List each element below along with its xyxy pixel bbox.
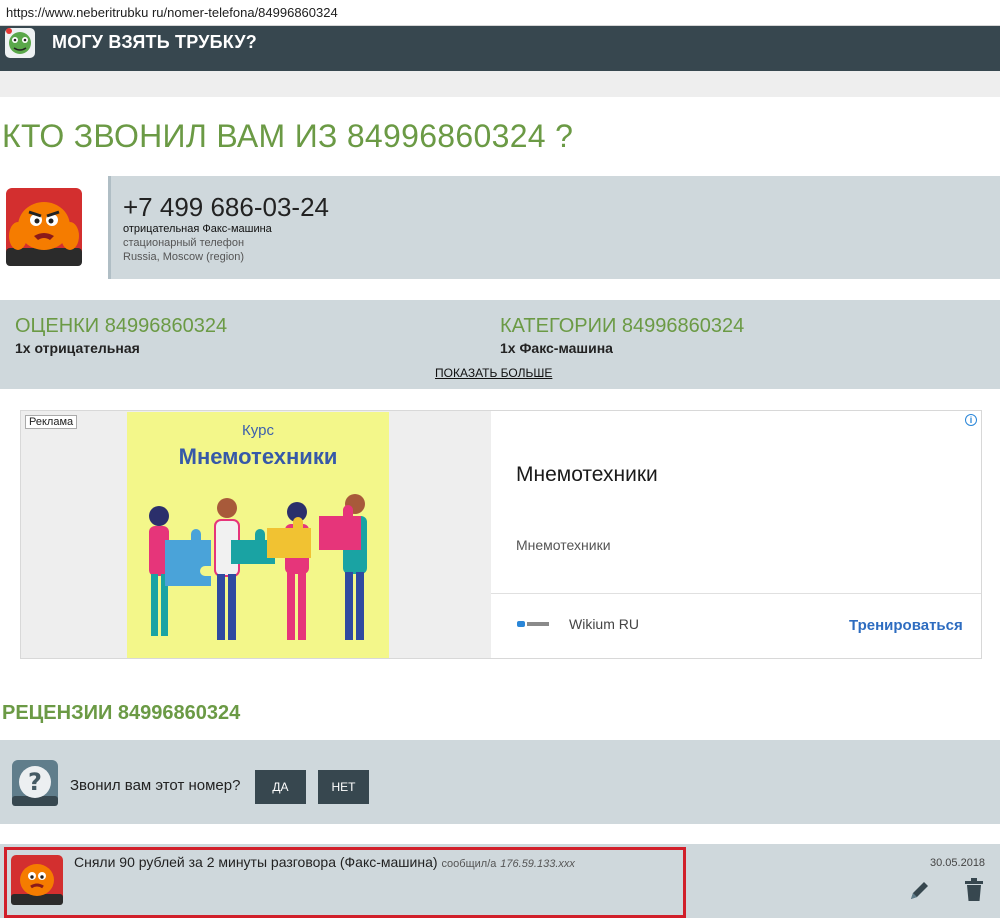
review-author-label: сообщил/а [441,858,497,870]
stats-panel: ОЦЕНКИ 84996860324 1x отрицательная КАТЕ… [0,300,1000,389]
ask-question: Звонил вам этот номер? [70,777,241,794]
site-title[interactable]: МОГУ ВЗЯТЬ ТРУБКУ? [52,32,257,53]
ad-info-icon[interactable]: i [965,414,977,426]
show-more-link[interactable]: ПОКАЗАТЬ БОЛЬШЕ [435,366,552,380]
number-info-panel: +7 499 686-03-24 отрицательная Факс-маши… [108,176,1000,279]
review-item: Сняли 90 рублей за 2 минуты разговора (Ф… [0,844,1000,918]
question-avatar-icon: ? [12,760,58,806]
review-text: Сняли 90 рублей за 2 минуты разговора (Ф… [74,854,575,870]
ad-cta-button[interactable]: Тренироваться [849,617,963,634]
header-strip [0,71,1000,97]
ad-title[interactable]: Мнемотехники [516,463,658,487]
negative-rating-avatar-icon [6,188,82,266]
ad-text-panel[interactable]: Мнемотехники Мнемотехники Wikium RU Трен… [491,411,981,658]
ad-source: Wikium RU [569,616,639,632]
wikium-logo-icon [517,621,549,627]
review-ip: 176.59.133.xxx [500,858,575,870]
negative-rating-avatar-icon [11,855,63,905]
categories-value: 1x Факс-машина [500,340,613,356]
phone-number: +7 499 686-03-24 [123,192,330,222]
number-rating-line: отрицательная Факс-машина [123,223,272,235]
categories-title: КАТЕГОРИИ 84996860324 [500,315,745,337]
ad-description: Мнемотехники [516,537,611,553]
ad-banner[interactable]: Реклама Курс Мнемотехники Мнемотехники М… [20,410,982,659]
ratings-title: ОЦЕНКИ 84996860324 [15,315,228,337]
review-date: 30.05.2018 [930,857,986,869]
browser-url-bar[interactable]: https://www.neberitrubku ru/nomer-telefo… [0,0,1000,26]
site-header: МОГУ ВЗЯТЬ ТРУБКУ? [0,26,1000,71]
svg-text:?: ? [28,768,42,796]
review-body: Сняли 90 рублей за 2 минуты разговора (Ф… [74,854,438,870]
people-puzzle-illustration-icon [149,494,367,640]
no-button[interactable]: НЕТ [318,770,369,804]
url-text[interactable]: https://www.neberitrubku ru/nomer-telefo… [6,5,338,20]
pencil-icon[interactable] [908,878,932,902]
page-title: КТО ЗВОНИЛ ВАМ ИЗ 84996860324 ? [2,118,574,154]
ratings-value: 1x отрицательная [15,340,140,356]
ad-divider [491,593,981,594]
number-region: Russia, Moscow (region) [123,251,245,263]
yes-button[interactable]: ДА [255,770,306,804]
ad-image[interactable]: Курс Мнемотехники [127,412,389,658]
trash-icon[interactable] [963,878,985,902]
ask-panel: ? Звонил вам этот номер? ДА НЕТ [0,740,1000,824]
site-logo-icon[interactable] [3,26,37,60]
ad-label: Реклама [25,415,78,429]
reviews-title: РЕЦЕНЗИИ 84996860324 [2,702,241,724]
number-line-type: стационарный телефон [123,237,245,249]
